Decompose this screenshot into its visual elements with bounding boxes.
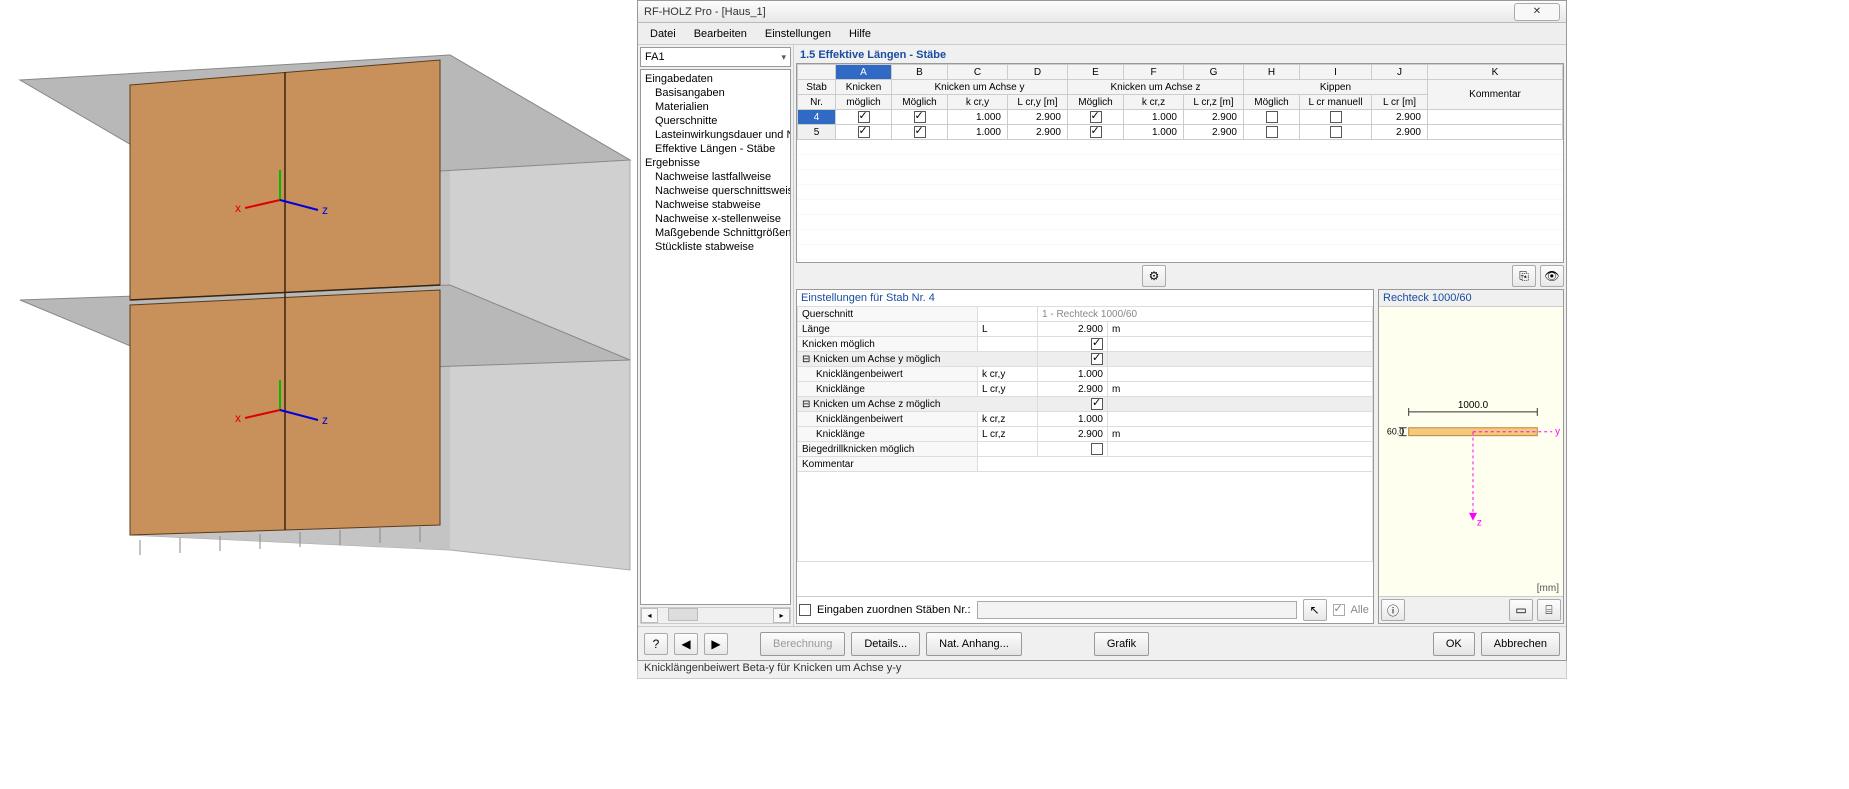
left-pane: FA1 Eingabedaten Basisangaben Materialie… [638,45,794,626]
tree-nachweise-lastfall[interactable]: Nachweise lastfallweise [641,170,790,184]
table-row[interactable]: 4 1.0002.900 1.0002.900 2.900 [798,110,1563,125]
checkbox-icon [1266,126,1278,138]
checkbox-icon [914,126,926,138]
dialog-footer: ? ◀ ▶ Berechnung Details... Nat. Anhang.… [638,626,1566,660]
section-icon[interactable]: ▭ [1509,599,1533,621]
checkbox-icon [1091,443,1103,455]
assign-alle-checkbox[interactable] [1333,604,1345,616]
pick-icon[interactable]: ↖ [1303,599,1327,621]
help-icon[interactable]: ? [644,633,668,655]
next-icon[interactable]: ▶ [704,633,728,655]
checkbox-icon [1090,126,1102,138]
preview-title: Rechteck 1000/60 [1379,290,1563,307]
checkbox-icon [1091,398,1103,410]
ok-button[interactable]: OK [1433,632,1475,656]
svg-text:1000.0: 1000.0 [1458,400,1489,411]
checkbox-icon [858,111,870,123]
tree-nachweise-querschnitt[interactable]: Nachweise querschnittsweise [641,184,790,198]
tree-basisangaben[interactable]: Basisangaben [641,86,790,100]
tree-schnittgroessen[interactable]: Maßgebende Schnittgrößen sta [641,226,790,240]
svg-text:z: z [1477,518,1482,529]
menu-datei[interactable]: Datei [642,26,684,42]
grafik-button[interactable]: Grafik [1094,632,1149,656]
tree-group-ergebnisse[interactable]: Ergebnisse [641,156,790,170]
preview-unit: [mm] [1537,583,1559,594]
menu-hilfe[interactable]: Hilfe [841,26,879,42]
filter-icon[interactable]: ⚙ [1142,265,1166,287]
library-icon[interactable]: ⌸ [1537,599,1561,621]
abbrechen-button[interactable]: Abbrechen [1481,632,1560,656]
preview-canvas[interactable]: 1000.0 60.0 y z [mm] [1379,307,1563,596]
assign-label: Eingaben zuordnen Stäben Nr.: [817,604,971,616]
tree-nachweise-stab[interactable]: Nachweise stabweise [641,198,790,212]
tree-querschnitte[interactable]: Querschnitte [641,114,790,128]
axis-x-label-2: x [235,411,241,425]
dialog-title: RF-HOLZ Pro - [Haus_1] [644,6,1514,18]
preview-panel: Rechteck 1000/60 1000.0 60.0 y [1378,289,1564,624]
checkbox-icon [914,111,926,123]
checkbox-icon [1091,338,1103,350]
svg-text:y: y [1555,427,1560,438]
tree-effektive-laengen[interactable]: Effektive Längen - Stäbe [641,142,790,156]
excel-icon[interactable]: ⎘ [1512,265,1536,287]
tree-lasteinwirkung[interactable]: Lasteinwirkungsdauer und Nutz [641,128,790,142]
svg-text:60.0: 60.0 [1387,427,1404,437]
status-bar: Knicklängenbeiwert Beta-y für Knicken um… [637,661,1567,679]
eye-icon[interactable]: 👁 [1540,265,1564,287]
viewport-3d[interactable]: x z x z [0,0,637,786]
menubar: Datei Bearbeiten Einstellungen Hilfe [638,23,1566,45]
axis-z-label: z [322,203,328,217]
table-row[interactable]: 5 1.0002.900 1.0002.900 2.900 [798,125,1563,140]
checkbox-icon [1330,111,1342,123]
nav-tree[interactable]: Eingabedaten Basisangaben Materialien Qu… [640,69,791,605]
menu-bearbeiten[interactable]: Bearbeiten [686,26,755,42]
berechnung-button[interactable]: Berechnung [760,632,845,656]
checkbox-icon [1091,353,1103,365]
assign-input[interactable] [977,601,1297,619]
details-button[interactable]: Details... [851,632,920,656]
tree-hscroll[interactable]: ◂▸ [640,607,791,624]
axis-x-label: x [235,201,241,215]
section-title: 1.5 Effektive Längen - Stäbe [796,47,1564,63]
right-pane: 1.5 Effektive Längen - Stäbe ABCD EFGH I… [794,45,1566,626]
axis-z-label-2: z [322,413,328,427]
settings-title: Einstellungen für Stab Nr. 4 [797,290,1373,306]
assign-checkbox[interactable] [799,604,811,616]
checkbox-icon [858,126,870,138]
checkbox-icon [1330,126,1342,138]
close-button[interactable]: ✕ [1514,3,1560,21]
settings-panel: Einstellungen für Stab Nr. 4 Querschnitt… [796,289,1374,624]
assign-bar: Eingaben zuordnen Stäben Nr.: ↖ Alle [797,596,1373,623]
tree-nachweise-xstellen[interactable]: Nachweise x-stellenweise [641,212,790,226]
prev-icon[interactable]: ◀ [674,633,698,655]
tree-materialien[interactable]: Materialien [641,100,790,114]
tree-group-eingabedaten[interactable]: Eingabedaten [641,72,790,86]
checkbox-icon [1090,111,1102,123]
dialog-rfholz: RF-HOLZ Pro - [Haus_1] ✕ Datei Bearbeite… [637,0,1567,661]
property-grid[interactable]: Querschnitt1 - Rechteck 1000/60 LängeL2.… [797,306,1373,596]
assign-alle-label: Alle [1351,604,1369,616]
tree-stueckliste[interactable]: Stückliste stabweise [641,240,790,254]
loadcase-combo[interactable]: FA1 [640,47,791,67]
info-icon[interactable]: ⓘ [1381,599,1405,621]
main-table[interactable]: ABCD EFGH IJK Stab Knicken Knicken um Ac… [796,63,1564,263]
menu-einstellungen[interactable]: Einstellungen [757,26,839,42]
dialog-titlebar[interactable]: RF-HOLZ Pro - [Haus_1] ✕ [638,1,1566,23]
nat-anhang-button[interactable]: Nat. Anhang... [926,632,1022,656]
checkbox-icon [1266,111,1278,123]
